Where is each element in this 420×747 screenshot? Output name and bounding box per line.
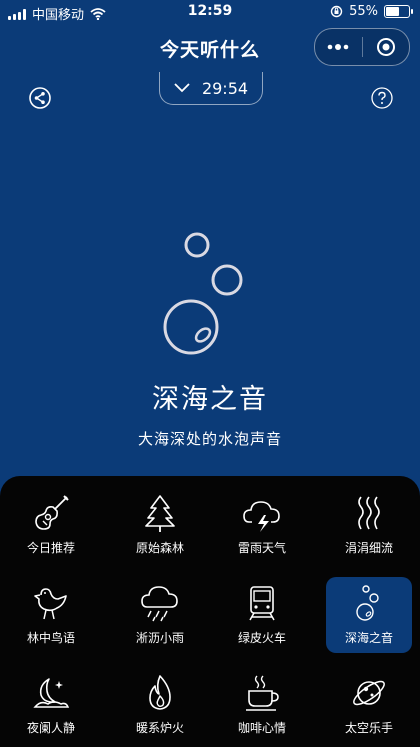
sound-label: 原始森林 <box>135 541 184 555</box>
sound-label: 涓涓细流 <box>344 541 393 555</box>
orientation-lock-icon <box>330 5 343 18</box>
sound-panel: 今日推荐 原始森林 雷雨天气 涓涓细流 林中鸟语 淅沥小雨 绿皮火车 深海之音 … <box>0 476 420 747</box>
help-button[interactable] <box>371 87 393 109</box>
hero-bubbles-icon <box>163 232 243 355</box>
share-icon <box>29 87 51 109</box>
thunder-cloud-icon <box>243 501 280 532</box>
sound-label: 绿皮火车 <box>237 631 286 645</box>
sound-label: 咖啡心情 <box>237 721 286 735</box>
moon-icon <box>33 678 70 708</box>
bubbles-icon <box>356 585 379 621</box>
fire-icon <box>149 675 171 710</box>
planet-icon <box>353 680 385 706</box>
sound-tile-stream[interactable]: 涓涓细流 <box>326 487 412 563</box>
sound-label: 淅沥小雨 <box>135 631 184 645</box>
share-button[interactable] <box>29 87 51 109</box>
battery-icon <box>384 5 413 18</box>
sound-tile-deep-sea[interactable]: 深海之音 <box>326 577 412 653</box>
timer-dropdown[interactable]: 29:54 <box>159 72 263 105</box>
battery-percent: 55% <box>349 4 378 19</box>
sound-label: 太空乐手 <box>344 721 393 735</box>
bird-icon <box>34 588 67 620</box>
rain-cloud-icon <box>141 586 178 622</box>
sound-label: 林中鸟语 <box>26 631 75 645</box>
tree-icon <box>145 495 175 532</box>
sound-label: 雷雨天气 <box>237 541 286 555</box>
sound-label: 夜阑人静 <box>26 721 75 735</box>
more-dots-icon <box>327 44 349 50</box>
coffee-icon <box>246 675 279 711</box>
sound-tile-night[interactable]: 夜阑人静 <box>8 667 94 743</box>
stream-icon <box>358 496 380 530</box>
sound-label: 今日推荐 <box>26 541 75 555</box>
sound-tile-forest[interactable]: 原始森林 <box>117 487 203 563</box>
sound-tile-thunder[interactable]: 雷雨天气 <box>219 487 305 563</box>
timer-value: 29:54 <box>201 78 249 98</box>
sound-label: 深海之音 <box>344 631 393 645</box>
target-icon <box>376 38 395 56</box>
sound-tile-train[interactable]: 绿皮火车 <box>219 577 305 653</box>
close-miniprogram-button[interactable] <box>363 29 410 65</box>
chevron-down-icon <box>174 83 190 93</box>
guitar-icon <box>35 495 69 530</box>
sound-tile-space[interactable]: 太空乐手 <box>326 667 412 743</box>
hero-title: 深海之音 <box>152 384 268 415</box>
status-bar: 中国移动 12:59 55% <box>0 0 420 24</box>
train-icon <box>249 586 275 621</box>
sound-label: 暖系炉火 <box>135 721 184 735</box>
sound-tile-birds[interactable]: 林中鸟语 <box>8 577 94 653</box>
sound-tile-fire[interactable]: 暖系炉火 <box>117 667 203 743</box>
sound-tile-today[interactable]: 今日推荐 <box>8 487 94 563</box>
sound-tile-coffee[interactable]: 咖啡心情 <box>219 667 305 743</box>
miniprogram-capsule <box>314 28 410 66</box>
more-button[interactable] <box>315 29 362 65</box>
hero-subtitle: 大海深处的水泡声音 <box>137 430 282 448</box>
status-right: 55% <box>330 4 413 19</box>
sound-tile-rain[interactable]: 淅沥小雨 <box>117 577 203 653</box>
help-icon <box>371 87 393 109</box>
